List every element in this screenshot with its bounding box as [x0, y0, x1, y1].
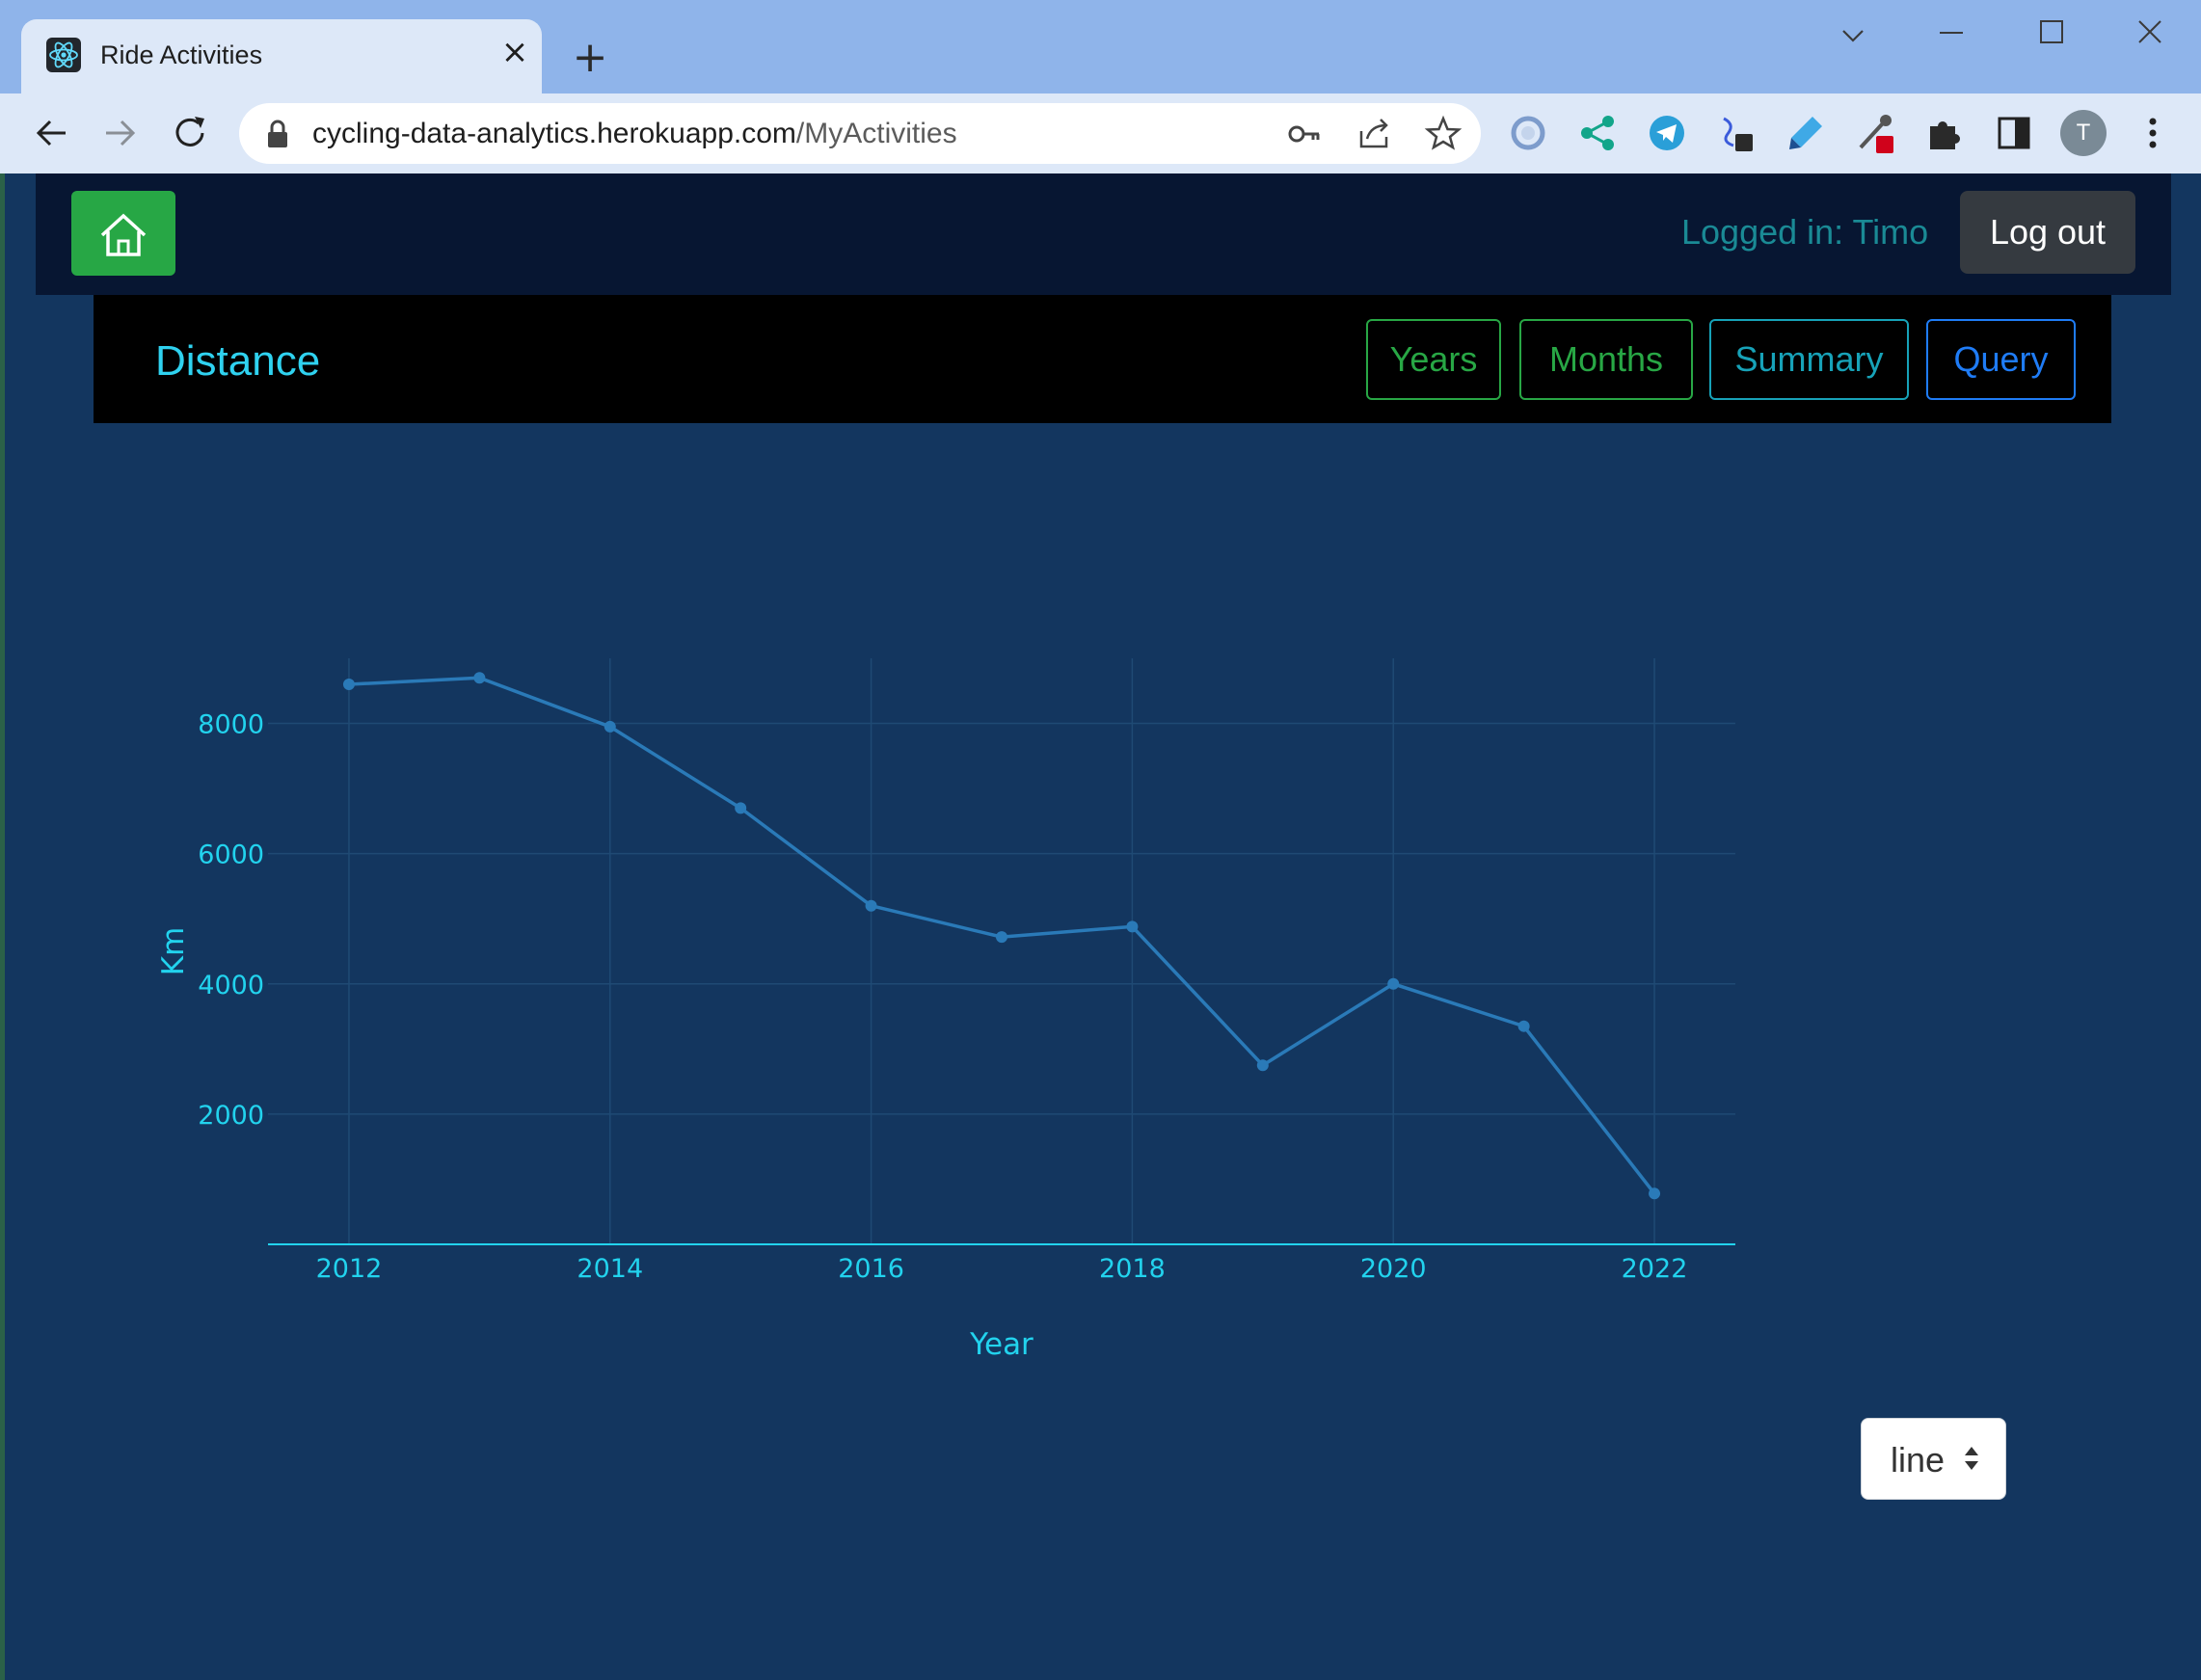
- data-point: [1126, 920, 1139, 933]
- y-tick-label: 8000: [198, 710, 264, 740]
- data-point: [604, 720, 616, 733]
- y-axis-title: Km: [156, 927, 191, 976]
- data-point: [1517, 1020, 1530, 1032]
- data-point: [342, 679, 355, 691]
- x-tick-label: 2018: [1099, 1254, 1166, 1284]
- data-point: [865, 899, 877, 912]
- x-tick-label: 2012: [316, 1254, 383, 1284]
- x-tick-label: 2016: [838, 1254, 904, 1284]
- chart-type-select[interactable]: line: [1861, 1418, 2006, 1500]
- data-point: [1256, 1059, 1269, 1072]
- data-point: [473, 672, 486, 684]
- chart-type-selected: line: [1891, 1440, 1946, 1480]
- y-tick-label: 2000: [198, 1101, 264, 1131]
- x-axis-title: Year: [969, 1327, 1033, 1362]
- x-tick-label: 2020: [1360, 1254, 1427, 1284]
- select-updown-icon: [1965, 1447, 1978, 1470]
- x-tick-label: 2022: [1622, 1254, 1688, 1284]
- x-tick-label: 2014: [577, 1254, 643, 1284]
- y-tick-label: 6000: [198, 840, 264, 870]
- data-point: [1387, 977, 1400, 990]
- data-point: [1649, 1187, 1661, 1200]
- y-tick-label: 4000: [198, 971, 264, 1000]
- data-point: [996, 931, 1007, 944]
- data-point: [735, 802, 747, 814]
